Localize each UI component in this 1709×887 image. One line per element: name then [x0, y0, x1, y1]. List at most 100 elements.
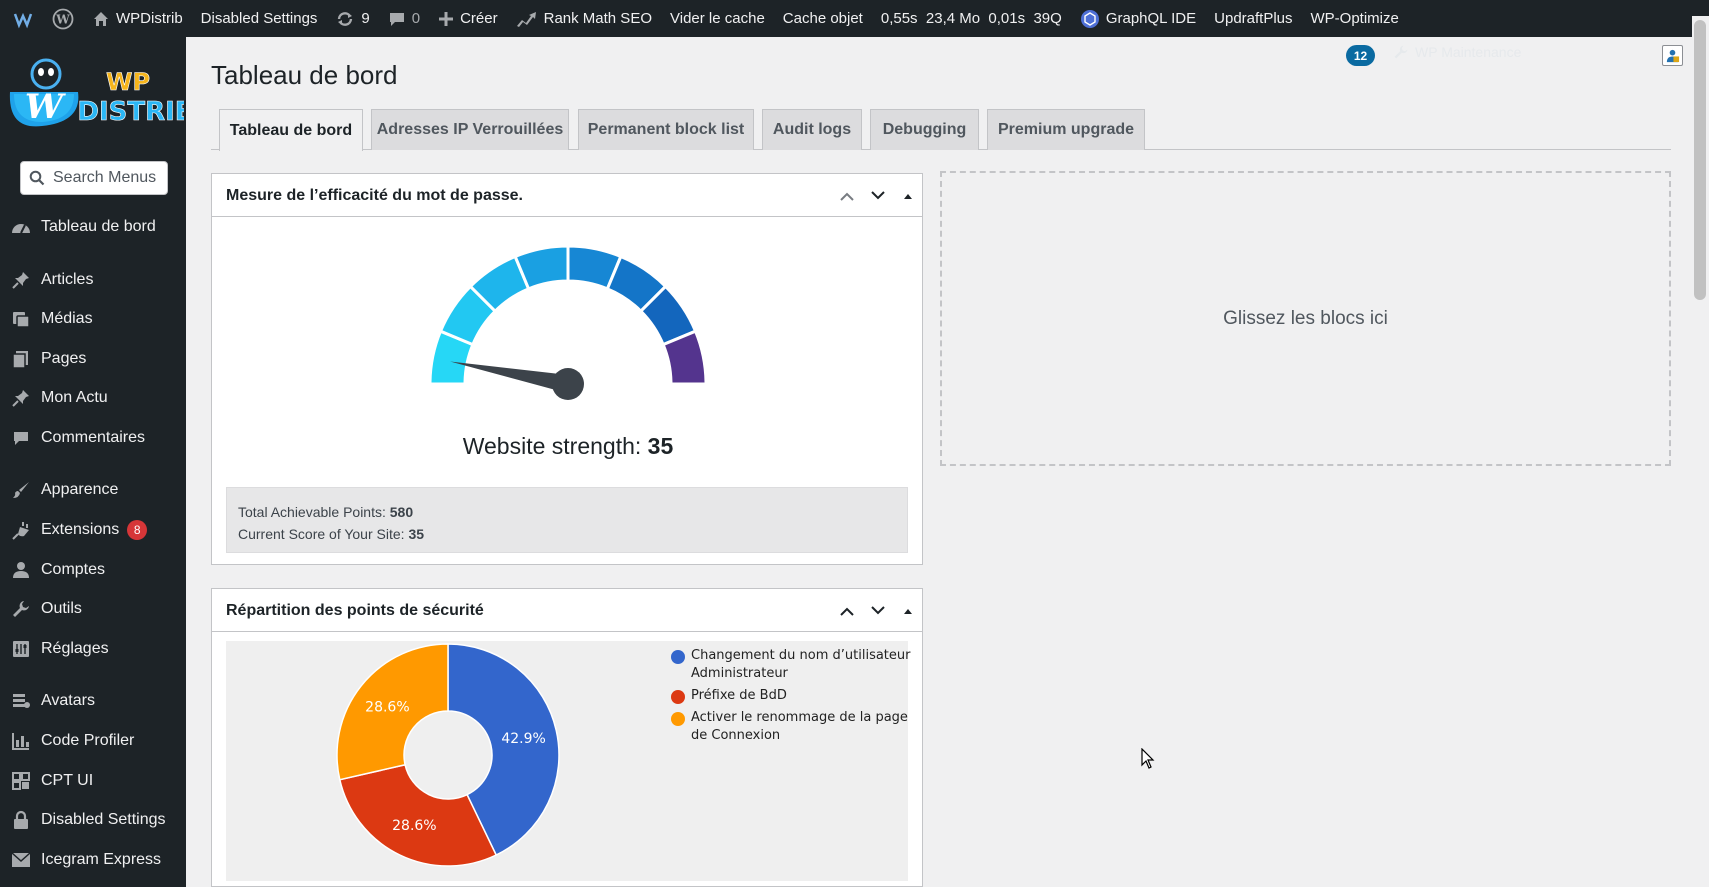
object-cache-label: Cache objet — [782, 10, 863, 27]
move-down-icon[interactable] — [868, 186, 888, 206]
sidebar-item-commentaires[interactable]: Commentaires — [0, 420, 186, 456]
search-menus-input[interactable]: Search Menus — [20, 161, 168, 195]
tab-permanent-block-list[interactable]: Permanent block list — [578, 109, 754, 150]
object-cache-link[interactable]: Cache objet — [774, 0, 872, 37]
sidebar-item-label: Avatars — [41, 692, 95, 709]
mouse-cursor-icon — [1141, 748, 1155, 769]
logo-text-wp: WP — [106, 68, 150, 96]
tab-label: Permanent block list — [587, 121, 745, 138]
wp-maintenance-link[interactable]: WP Maintenance — [1393, 44, 1521, 60]
graphql-icon — [1080, 9, 1099, 28]
strength-value: 35 — [647, 433, 674, 459]
sidebar-item-outils[interactable]: Outils — [0, 591, 186, 627]
current-score-value: 35 — [408, 526, 425, 542]
tab-label: Adresses IP Verrouillées — [376, 121, 564, 138]
clear-cache-link[interactable]: Vider le cache — [661, 0, 774, 37]
tab-tableau-de-bord[interactable]: Tableau de bord — [219, 109, 363, 151]
sidebar-item-label: Réglages — [41, 640, 109, 657]
sidebar-item-apparence[interactable]: Apparence — [0, 472, 186, 508]
pin-icon — [11, 388, 31, 408]
tab-label: Debugging — [882, 121, 967, 138]
graphql-ide-link[interactable]: GraphQL IDE — [1071, 0, 1205, 37]
wordpress-logo-icon[interactable]: W — [43, 0, 83, 37]
security-points-widget: Répartition des points de sécurité 42.9%… — [211, 588, 923, 887]
sidebar-item-cpt-ui[interactable]: CPT UI — [0, 763, 186, 799]
sidebar-item-label: Mon Actu — [41, 389, 108, 406]
disabled-settings-label: Disabled Settings — [200, 10, 318, 27]
query-monitor-link[interactable]: 0,55s 23,4 Mo 0,01s 39Q — [872, 0, 1071, 37]
tab-bar: Tableau de bord Adresses IP Verrouillées… — [211, 109, 1671, 151]
disabled-settings-link[interactable]: Disabled Settings — [192, 0, 327, 37]
total-points-row: Total Achievable Points: 580 — [238, 501, 896, 523]
brush-icon — [11, 480, 31, 500]
sidebar-item-comptes[interactable]: Comptes — [0, 552, 186, 588]
collapse-toggle-icon[interactable] — [898, 601, 918, 621]
legend-label: Préfixe de BdD — [691, 688, 787, 703]
tab-label: Tableau de bord — [229, 121, 353, 139]
legend-swatch — [671, 712, 685, 726]
widget-header: Mesure de l’efficacité du mot de passe. — [212, 174, 922, 217]
updraftplus-label: UpdraftPlus — [1214, 10, 1293, 27]
svg-text:W: W — [55, 12, 70, 26]
drop-zone-label: Glissez les blocs ici — [1223, 307, 1388, 329]
sidebar-item-label: Commentaires — [41, 429, 146, 446]
updates-icon — [338, 11, 353, 26]
new-content-link[interactable]: Créer — [429, 0, 507, 37]
site-name-link[interactable]: WPDistrib — [83, 0, 192, 37]
chart-legend: Changement du nom d’utilisateur Administ… — [671, 647, 911, 749]
tab-premium-upgrade[interactable]: Premium upgrade — [987, 109, 1145, 150]
tab-debugging[interactable]: Debugging — [870, 109, 979, 150]
avatars-icon — [11, 691, 31, 711]
graphql-label: GraphQL IDE — [1105, 10, 1197, 27]
grid-icon — [11, 771, 31, 791]
tab-audit-logs[interactable]: Audit logs — [762, 109, 862, 150]
move-up-icon[interactable] — [837, 601, 857, 621]
query-monitor-label: 0,55s 23,4 Mo 0,01s 39Q — [880, 10, 1062, 27]
sidebar-item-extensions[interactable]: Extensions 8 — [0, 512, 186, 548]
current-score-label: Current Score of Your Site: — [238, 526, 405, 542]
page-title: Tableau de bord — [211, 60, 398, 90]
admin-bar: W WPDistrib Disabled Settings 9 0 Créer … — [0, 0, 1709, 37]
wpml-icon[interactable] — [0, 0, 43, 37]
user-lock-icon[interactable] — [1662, 45, 1683, 66]
sidebar-item-avatars[interactable]: Avatars — [0, 683, 186, 719]
sidebar-item-reglages[interactable]: Réglages — [0, 631, 186, 667]
comment-icon — [389, 12, 404, 26]
sidebar-item-pages[interactable]: Pages — [0, 341, 186, 377]
rankmath-link[interactable]: Rank Math SEO — [507, 0, 661, 37]
sidebar-item-disabled-settings[interactable]: Disabled Settings — [0, 802, 186, 838]
sidebar-item-label: Outils — [41, 600, 82, 617]
pie-slice[interactable] — [338, 763, 498, 867]
strength-summary: Website strength: 35 — [212, 433, 924, 460]
pie-slice-label: 42.9% — [501, 731, 545, 747]
sidebar-item-articles[interactable]: Articles — [0, 262, 186, 298]
sidebar-item-code-profiler[interactable]: Code Profiler — [0, 723, 186, 759]
wp-optimize-link[interactable]: WP-Optimize — [1302, 0, 1408, 37]
move-down-icon[interactable] — [868, 601, 888, 621]
updates-link[interactable]: 9 — [326, 0, 378, 37]
sidebar-item-label: CPT UI — [41, 772, 94, 789]
sidebar-item-medias[interactable]: Médias — [0, 301, 186, 337]
user-icon — [11, 560, 31, 580]
updraftplus-link[interactable]: UpdraftPlus — [1205, 0, 1301, 37]
widget-header: Répartition des points de sécurité — [212, 589, 922, 632]
strength-gauge — [428, 244, 708, 400]
total-points-label: Total Achievable Points: — [238, 504, 386, 520]
rankmath-label: Rank Math SEO — [543, 10, 652, 27]
pin-icon — [11, 270, 31, 290]
drop-zone[interactable]: Glissez les blocs ici — [940, 171, 1671, 466]
comment-icon — [11, 428, 31, 448]
sidebar-item-label: Icegram Express — [41, 851, 162, 868]
move-up-icon[interactable] — [837, 186, 857, 206]
tab-adresses-ip[interactable]: Adresses IP Verrouillées — [371, 109, 569, 150]
comments-link[interactable]: 0 — [379, 0, 429, 37]
sidebar-item-icegram-express[interactable]: Icegram Express — [0, 842, 186, 878]
collapse-toggle-icon[interactable] — [898, 186, 918, 206]
svg-text:W: W — [25, 87, 66, 127]
sidebar-item-mon-actu[interactable]: Mon Actu — [0, 380, 186, 416]
scrollbar-thumb[interactable] — [1694, 20, 1706, 300]
sidebar-item-dashboard[interactable]: Tableau de bord — [0, 209, 186, 245]
notification-count-badge[interactable]: 12 — [1346, 45, 1375, 66]
sidebar-item-label: Tableau de bord — [41, 218, 156, 235]
site-logo[interactable]: W WP DISTRIB — [4, 52, 195, 134]
